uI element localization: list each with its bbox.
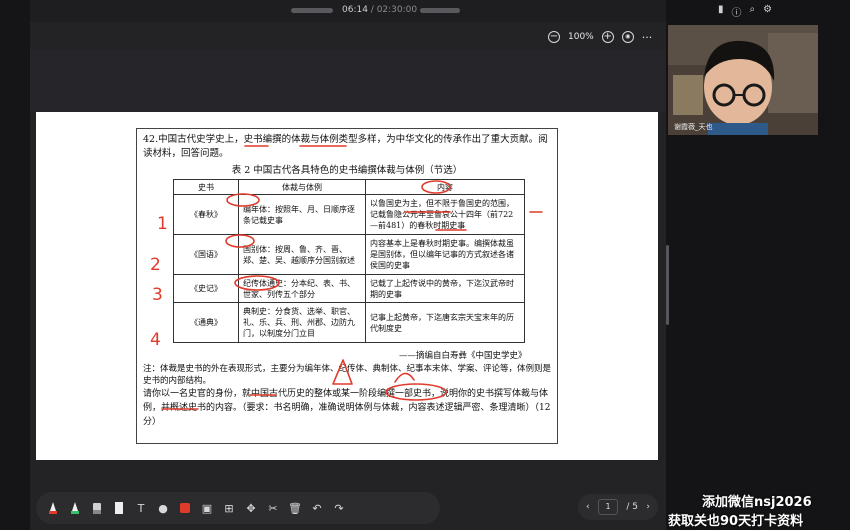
page-navigator: ‹ 1 / 5 › bbox=[578, 494, 658, 520]
pen-red-icon[interactable] bbox=[46, 501, 60, 515]
eraser-icon[interactable] bbox=[90, 501, 104, 515]
ink-underline bbox=[404, 211, 467, 231]
annotation-number: 4 bbox=[150, 330, 161, 350]
ink-mark bbox=[394, 372, 415, 383]
shape-tool-icon[interactable]: ● bbox=[156, 501, 170, 515]
ink-triangle bbox=[332, 359, 353, 385]
info-icon[interactable]: ⓘ bbox=[732, 4, 742, 19]
ink-circle bbox=[226, 193, 260, 207]
ink-circle bbox=[421, 180, 451, 194]
webcam-video: 谢霞薇_天也 bbox=[668, 25, 818, 135]
annotation-number: 1 bbox=[157, 214, 168, 234]
move-icon[interactable]: ✥ bbox=[244, 501, 258, 515]
watermark-line-1: 添加微信nsj2026 bbox=[702, 495, 812, 510]
redo-icon[interactable]: ↷ bbox=[332, 501, 346, 515]
participant-name: 谢霞薇_天也 bbox=[674, 123, 713, 131]
next-page-button[interactable]: › bbox=[646, 502, 650, 512]
signal-icon: ▮ bbox=[718, 4, 724, 15]
color-picker-icon[interactable] bbox=[178, 501, 192, 515]
annotation-number: 2 bbox=[150, 255, 161, 275]
undo-icon[interactable]: ↶ bbox=[310, 501, 324, 515]
settings-icon[interactable]: ⚙ bbox=[763, 4, 772, 19]
annotation-toolbar: T ● ▣ ⊞ ✥ ✂ 🗑 ↶ ↷ bbox=[36, 492, 440, 524]
ink-circle bbox=[225, 234, 255, 248]
annotation-number: 3 bbox=[152, 285, 163, 305]
ink-annotations: 1 2 3 4 bbox=[150, 145, 543, 410]
marker-white-icon[interactable] bbox=[112, 501, 126, 515]
current-page-input[interactable]: 1 bbox=[597, 499, 618, 515]
highlighter-green-icon[interactable] bbox=[68, 501, 82, 515]
search-icon[interactable]: ⌕ bbox=[750, 4, 756, 19]
trash-icon[interactable]: 🗑 bbox=[288, 501, 302, 515]
vertical-scrollbar[interactable] bbox=[666, 245, 669, 325]
ink-underline bbox=[161, 394, 277, 410]
prev-page-button[interactable]: ‹ bbox=[586, 502, 590, 512]
status-icons: ▮ ⓘ ⌕ ⚙ bbox=[718, 4, 772, 19]
ink-circle bbox=[234, 275, 280, 291]
page-total: / 5 bbox=[626, 502, 638, 512]
webcam-image bbox=[668, 25, 818, 135]
ink-circle bbox=[385, 383, 447, 401]
image-icon[interactable]: ▣ bbox=[200, 501, 214, 515]
text-tool-icon[interactable]: T bbox=[134, 501, 148, 515]
scissors-icon[interactable]: ✂ bbox=[266, 501, 280, 515]
add-icon[interactable]: ⊞ bbox=[222, 501, 236, 515]
watermark-line-2: 获取关也90天打卡资料 bbox=[668, 514, 804, 529]
